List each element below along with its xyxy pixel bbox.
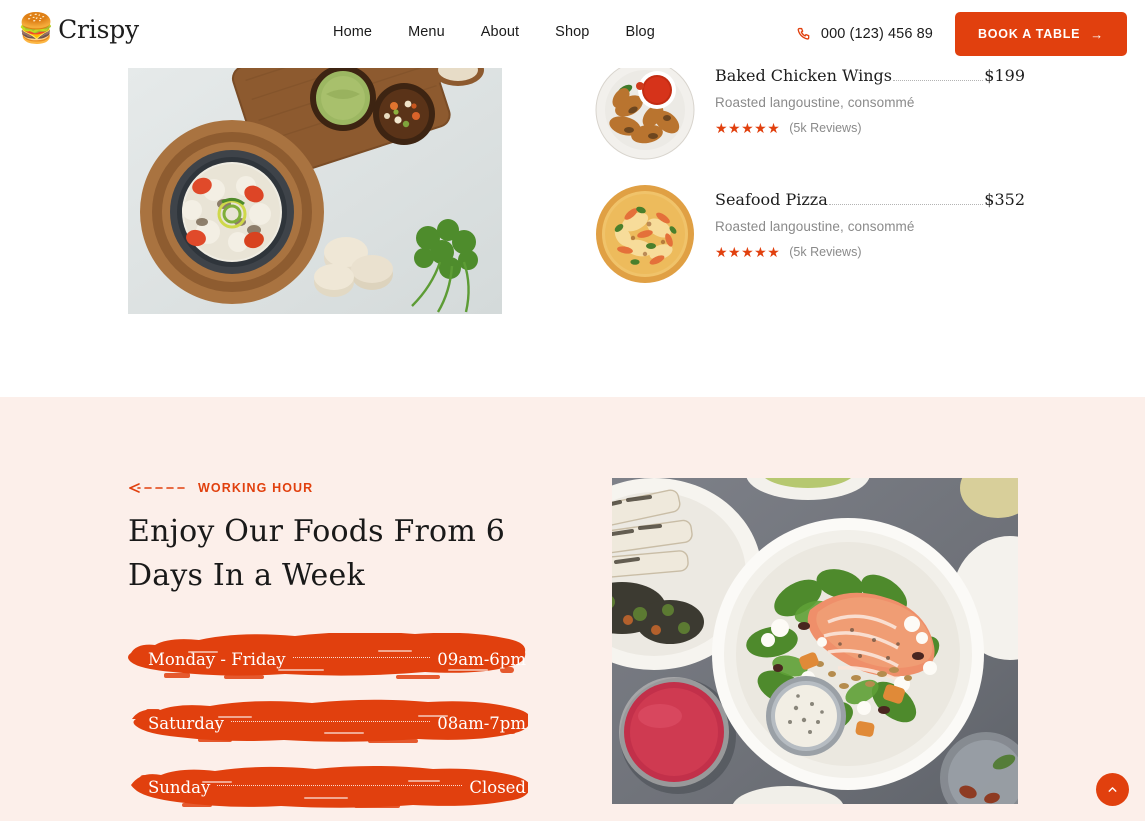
chevron-up-icon <box>1106 783 1119 796</box>
brand-name: Crispy <box>58 15 139 44</box>
working-hour-list: Monday - Friday 09am-6pm Saturday 08am-7… <box>128 633 548 813</box>
feature-food-image <box>128 62 502 314</box>
dotted-leader <box>231 720 431 722</box>
working-hour-day: Sunday <box>148 777 211 797</box>
menu-item-info: Seafood Pizza $352 Roasted langoustine, … <box>715 184 1025 259</box>
star-rating-icon: ★★★★★ <box>715 120 781 136</box>
site-header: 🍔 Crispy Home Menu About Shop Blog 000 (… <box>0 0 1145 68</box>
menu-item-price: $199 <box>984 66 1025 85</box>
menu-section: Baked Chicken Wings $199 Roasted langous… <box>0 60 1145 397</box>
working-hour-day: Monday - Friday <box>148 649 286 669</box>
menu-item-row[interactable]: Baked Chicken Wings $199 Roasted langous… <box>595 60 1025 160</box>
nav-item-about[interactable]: About <box>463 24 537 40</box>
working-hour-image <box>612 478 1018 804</box>
menu-item-row[interactable]: Seafood Pizza $352 Roasted langoustine, … <box>595 184 1025 284</box>
menu-item-rating: ★★★★★ (5k Reviews) <box>715 245 1025 259</box>
brand-logo[interactable]: 🍔 Crispy <box>18 13 139 45</box>
working-hour-row: Sunday Closed <box>128 761 548 813</box>
working-hour-text: Saturday 08am-7pm <box>148 697 526 749</box>
menu-item-rating: ★★★★★ (5k Reviews) <box>715 121 1025 135</box>
working-hour-time: Closed <box>469 777 526 797</box>
section-eyebrow: WORKING HOUR <box>128 480 548 496</box>
working-hour-row: Saturday 08am-7pm <box>128 697 548 749</box>
dotted-leader <box>893 80 984 81</box>
phone-number: 000 (123) 456 89 <box>820 26 933 42</box>
eyebrow-label: WORKING HOUR <box>198 481 314 495</box>
working-hour-text: Sunday Closed <box>148 761 526 813</box>
dotted-leader <box>292 656 431 658</box>
menu-item-description: Roasted langoustine, consommé <box>715 95 915 110</box>
header-actions: 000 (123) 456 89 BOOK A TABLE → <box>795 12 1127 56</box>
working-hour-time: 08am-7pm <box>437 713 526 733</box>
nav-item-menu[interactable]: Menu <box>390 24 463 40</box>
nav-item-blog[interactable]: Blog <box>607 24 672 40</box>
scroll-to-top-button[interactable] <box>1096 773 1129 806</box>
burger-logo-icon: 🍔 <box>18 13 55 45</box>
menu-item-name: Baked Chicken Wings <box>715 66 893 85</box>
working-hour-section: WORKING HOUR Enjoy Our Foods From 6 Days… <box>0 397 1145 821</box>
menu-item-thumbnail <box>595 184 695 284</box>
dotted-leader <box>217 784 463 786</box>
menu-item-price: $352 <box>984 190 1025 209</box>
working-hour-time: 09am-6pm <box>437 649 526 669</box>
book-a-table-label: BOOK A TABLE <box>977 27 1081 41</box>
menu-item-title-line: Seafood Pizza $352 <box>715 190 1025 209</box>
book-a-table-button[interactable]: BOOK A TABLE → <box>954 12 1127 56</box>
menu-item-info: Baked Chicken Wings $199 Roasted langous… <box>715 60 1025 135</box>
menu-item-reviews: (5k Reviews) <box>789 121 862 135</box>
menu-item-thumbnail <box>595 60 695 160</box>
nav-item-shop[interactable]: Shop <box>537 24 607 40</box>
menu-item-list: Baked Chicken Wings $199 Roasted langous… <box>595 60 1025 308</box>
working-hour-text: Monday - Friday 09am-6pm <box>148 633 526 685</box>
arrow-right-icon: → <box>1090 26 1104 42</box>
phone-icon <box>795 26 812 43</box>
nav-item-home[interactable]: Home <box>333 24 390 40</box>
working-hour-day: Saturday <box>148 713 225 733</box>
main-nav: Home Menu About Shop Blog <box>333 24 673 40</box>
menu-item-title-line: Baked Chicken Wings $199 <box>715 66 1025 85</box>
section-heading: Enjoy Our Foods From 6 Days In a Week <box>128 514 505 593</box>
dashed-arrow-left-icon <box>128 482 186 494</box>
dotted-leader <box>828 204 984 205</box>
menu-item-description: Roasted langoustine, consommé <box>715 219 915 234</box>
page-root: 🍔 Crispy Home Menu About Shop Blog 000 (… <box>0 0 1145 821</box>
working-hour-content: WORKING HOUR Enjoy Our Foods From 6 Days… <box>128 480 548 821</box>
star-rating-icon: ★★★★★ <box>715 244 781 260</box>
menu-item-reviews: (5k Reviews) <box>789 245 862 259</box>
phone-link[interactable]: 000 (123) 456 89 <box>795 26 933 43</box>
menu-item-name: Seafood Pizza <box>715 190 828 209</box>
working-hour-row: Monday - Friday 09am-6pm <box>128 633 548 685</box>
